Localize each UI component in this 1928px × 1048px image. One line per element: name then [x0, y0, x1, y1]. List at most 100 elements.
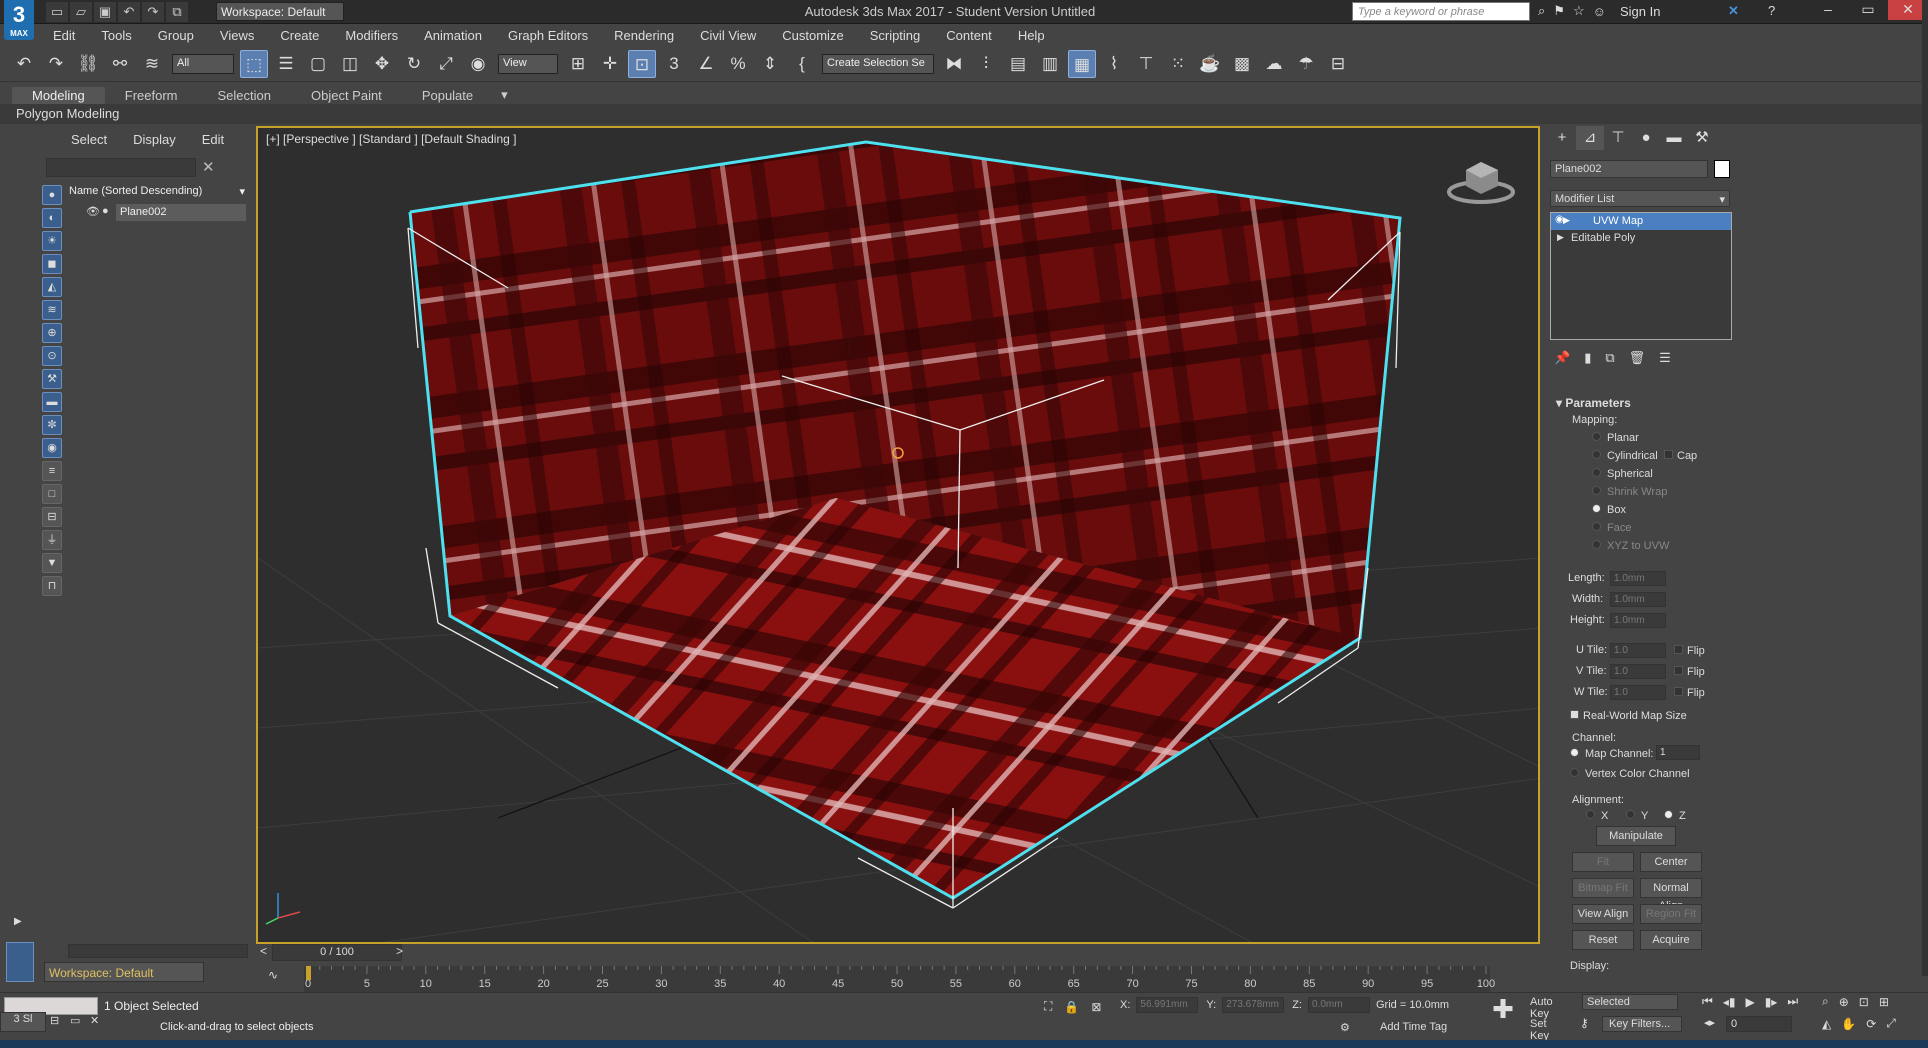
- new-file-icon[interactable]: ▭: [46, 2, 68, 22]
- menu-help[interactable]: Help: [1005, 25, 1058, 46]
- tab-selection[interactable]: Selection: [198, 87, 291, 104]
- sync-icon[interactable]: ⊓: [42, 576, 62, 596]
- visibility-eye-icon[interactable]: 👁: [86, 205, 100, 218]
- go-to-start-icon[interactable]: ⏮: [1702, 994, 1713, 1009]
- zoom-extents-icon[interactable]: ⊡: [1859, 995, 1869, 1009]
- render-iterative-icon[interactable]: ☂: [1292, 50, 1320, 78]
- restore-icon[interactable]: ⊟: [50, 1014, 66, 1030]
- scale-icon[interactable]: ⤢: [432, 50, 460, 78]
- time-slider[interactable]: 0 / 100: [272, 944, 402, 961]
- mapping-box[interactable]: Box: [1592, 504, 1626, 516]
- render-production-icon[interactable]: ☁: [1260, 50, 1288, 78]
- bitmap-fit-button[interactable]: Bitmap Fit: [1572, 878, 1634, 898]
- rendered-frame-window-icon[interactable]: ▩: [1228, 50, 1256, 78]
- mapping-cylindrical[interactable]: Cylindrical: [1592, 450, 1658, 462]
- w-tile-spinner[interactable]: 1.0: [1610, 685, 1666, 700]
- scene-search-input[interactable]: [46, 158, 196, 177]
- angle-snap-icon[interactable]: ∠: [692, 50, 720, 78]
- viewcube[interactable]: [1446, 152, 1516, 208]
- region-fit-button[interactable]: Region Fit: [1640, 904, 1702, 924]
- command-panel-scrollbar[interactable]: [1922, 0, 1928, 976]
- pivot-center-icon[interactable]: ⊞: [564, 50, 592, 78]
- length-spinner[interactable]: 1.0mm: [1610, 571, 1666, 586]
- parameters-header[interactable]: ▾ Parameters: [1556, 396, 1631, 410]
- menu-animation[interactable]: Animation: [411, 25, 495, 46]
- z-coordinate-field[interactable]: 0.0mm: [1307, 997, 1370, 1013]
- height-spinner[interactable]: 1.0mm: [1610, 613, 1666, 628]
- named-selection-dropdown[interactable]: Create Selection Se: [822, 53, 934, 74]
- ribbon-toggle-icon[interactable]: ▦: [1068, 49, 1096, 78]
- key-icon[interactable]: ⚷: [1580, 1016, 1589, 1030]
- modifier-list-dropdown[interactable]: Modifier List ▾: [1550, 190, 1730, 207]
- configure-sets-icon[interactable]: ☰: [1659, 350, 1671, 366]
- scene-menu-display[interactable]: Display: [120, 130, 189, 149]
- cap-checkbox[interactable]: Cap: [1664, 450, 1697, 462]
- polygon-modeling-panel[interactable]: Polygon Modeling: [0, 104, 1928, 124]
- normal-align-button[interactable]: Normal Align: [1640, 878, 1702, 912]
- v-tile-spinner[interactable]: 1.0: [1610, 664, 1666, 679]
- hierarchy-tab-icon[interactable]: ⊤: [1604, 126, 1632, 150]
- layer-toggle-icon[interactable]: [6, 942, 34, 982]
- horizontal-scrollbar[interactable]: [68, 944, 248, 958]
- bone-filter-icon[interactable]: ⚒: [42, 369, 62, 389]
- maximize-viewport-icon[interactable]: ⤢: [1886, 1016, 1896, 1031]
- manipulate-button[interactable]: Manipulate: [1596, 826, 1676, 846]
- next-frame-arrow-icon[interactable]: >: [396, 944, 403, 958]
- user-icon[interactable]: ☺: [1593, 4, 1606, 19]
- camera-filter-icon[interactable]: ◼: [42, 254, 62, 274]
- placement-icon[interactable]: ◉: [464, 50, 492, 78]
- fit-button[interactable]: Fit: [1572, 852, 1634, 872]
- u-flip-checkbox[interactable]: Flip: [1674, 645, 1705, 657]
- tab-modeling[interactable]: Modeling: [12, 86, 105, 104]
- mapping-shrink-wrap[interactable]: Shrink Wrap: [1592, 486, 1667, 498]
- menu-content[interactable]: Content: [933, 25, 1005, 46]
- mapping-spherical[interactable]: Spherical: [1592, 468, 1653, 480]
- snaps-toggle-icon[interactable]: 3: [660, 50, 688, 78]
- real-world-map-size-checkbox[interactable]: Real-World Map Size: [1570, 710, 1687, 722]
- previous-frame-icon[interactable]: ◂▮: [1723, 995, 1736, 1009]
- orbit-icon[interactable]: ⟳: [1866, 1017, 1876, 1031]
- undo-icon[interactable]: ↶: [118, 2, 140, 22]
- frozen-filter-icon[interactable]: ✼: [42, 415, 62, 435]
- binoculars-icon[interactable]: ⌕: [1538, 3, 1545, 19]
- hidden-filter-icon[interactable]: ◉: [42, 438, 62, 458]
- open-file-icon[interactable]: ▱: [70, 2, 92, 22]
- object-name[interactable]: Plane002: [116, 204, 246, 221]
- help-search-input[interactable]: Type a keyword or phrase: [1352, 2, 1530, 21]
- stack-item-editable-poly[interactable]: ▶ Editable Poly: [1551, 230, 1731, 247]
- stack-item-uvw-map[interactable]: ◉ ▶ UVW Map: [1551, 213, 1731, 230]
- selected-dropdown[interactable]: Selected: [1582, 994, 1678, 1010]
- acquire-button[interactable]: Acquire: [1640, 930, 1702, 950]
- scene-menu-edit[interactable]: Edit: [189, 130, 237, 149]
- funnel-icon[interactable]: ▼: [42, 553, 62, 573]
- absolute-mode-icon[interactable]: ⊠: [1091, 1000, 1101, 1014]
- remove-modifier-icon[interactable]: 🗑: [1629, 350, 1646, 366]
- expand-icon[interactable]: ▶: [1557, 232, 1564, 243]
- link-icon[interactable]: ⛓: [74, 50, 102, 78]
- center-button[interactable]: Center: [1640, 852, 1702, 872]
- helper-filter-icon[interactable]: ◭: [42, 277, 62, 297]
- percent-snap-icon[interactable]: %: [724, 50, 752, 78]
- reset-button[interactable]: Reset: [1572, 930, 1634, 950]
- favorites-icon[interactable]: ☆: [1573, 3, 1585, 19]
- width-spinner[interactable]: 1.0mm: [1610, 592, 1666, 607]
- container-filter-icon[interactable]: ▬: [42, 392, 62, 412]
- help-icon[interactable]: ?: [1768, 3, 1775, 18]
- zoom-icon[interactable]: ⌕: [1822, 994, 1829, 1009]
- close-small-icon[interactable]: ✕: [90, 1014, 106, 1030]
- add-time-tag[interactable]: Add Time Tag: [1380, 1021, 1447, 1033]
- menu-customize[interactable]: Customize: [769, 25, 856, 46]
- view-align-button[interactable]: View Align: [1572, 904, 1634, 924]
- motion-tab-icon[interactable]: ●: [1632, 126, 1660, 150]
- filter-icon[interactable]: ⏚: [42, 530, 62, 550]
- set-key-big-icon[interactable]: ✚: [1488, 994, 1518, 1030]
- curve-editor-icon[interactable]: ⌇: [1100, 50, 1128, 78]
- shape-filter-icon[interactable]: ◐: [42, 208, 62, 228]
- tab-object-paint[interactable]: Object Paint: [291, 87, 402, 104]
- minimized-window-icon[interactable]: 3 Sl: [0, 1012, 46, 1032]
- menu-views[interactable]: Views: [207, 25, 267, 46]
- unlink-icon[interactable]: ⚯: [106, 50, 134, 78]
- zoom-extents-all-icon[interactable]: ⊞: [1879, 995, 1889, 1009]
- project-folder-icon[interactable]: ⧉: [166, 2, 188, 22]
- mapping-face[interactable]: Face: [1592, 522, 1631, 534]
